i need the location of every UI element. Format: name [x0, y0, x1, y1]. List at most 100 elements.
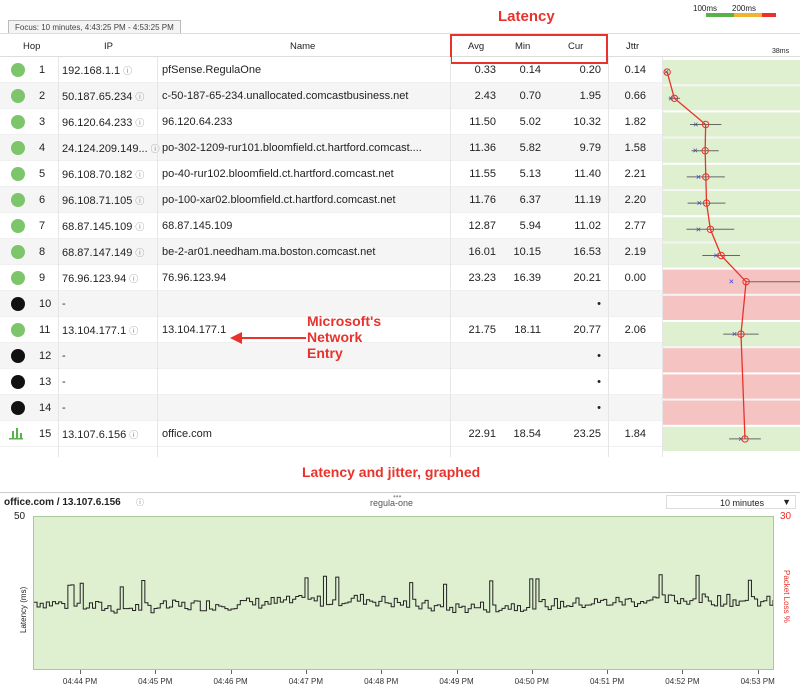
info-icon[interactable]: ⓘ — [135, 222, 144, 232]
hop-ip: 96.108.70.182 ⓘ — [62, 169, 145, 181]
hop-avg: 16.01 — [468, 246, 496, 258]
hop-number: 2 — [39, 90, 46, 102]
hop-number: 7 — [39, 220, 46, 232]
hop-jttr: 0.00 — [624, 272, 646, 284]
hop-jttr: 0.66 — [624, 90, 646, 102]
x-tick-label: 04:48 PM — [364, 677, 399, 686]
hop-ip: 96.108.71.105 ⓘ — [62, 195, 145, 207]
hop-graph-row — [663, 400, 800, 425]
info-icon[interactable]: ⓘ — [135, 196, 144, 206]
col-divider — [157, 57, 158, 457]
panel-target: office.com / 13.107.6.156 — [4, 497, 121, 508]
chevron-down-icon: ▼ — [782, 497, 791, 507]
hop-ip: 13.104.177.1 ⓘ — [62, 325, 139, 337]
info-icon[interactable]: ⓘ — [129, 274, 138, 284]
annotation-graphed: Latency and jitter, graphed — [302, 464, 481, 480]
hop-graph-row — [663, 295, 800, 320]
table-header: Hop IP Name Avg Min Cur Jttr 38ms — [0, 33, 800, 57]
hop-jttr: 2.19 — [624, 246, 646, 258]
hop-avg: 2.43 — [474, 90, 496, 102]
info-icon[interactable]: ⓘ — [135, 118, 144, 128]
info-icon[interactable]: ⓘ — [129, 326, 138, 336]
hop-name: po-100-xar02.bloomfield.ct.hartford.comc… — [162, 194, 396, 206]
x-tick-mark — [155, 670, 157, 674]
info-icon[interactable]: ⓘ — [135, 248, 144, 258]
hop-ip: 50.187.65.234 ⓘ — [62, 91, 145, 103]
hop-ip: - — [62, 298, 66, 310]
info-icon[interactable]: ⓘ — [135, 92, 144, 102]
hop-avg: 0.33 — [474, 64, 496, 76]
info-icon[interactable]: ⓘ — [151, 144, 160, 154]
legend-100ms: 100ms — [693, 4, 718, 13]
cur-marker: × — [729, 277, 734, 287]
x-tick-label: 04:45 PM — [138, 677, 173, 686]
hop-avg: 12.87 — [468, 220, 496, 232]
latency-legend-bar — [706, 13, 776, 17]
hop-jttr: 2.21 — [624, 168, 646, 180]
range-select-value: 10 minutes — [720, 498, 765, 508]
latency-line-chart — [34, 574, 774, 614]
hop-avg: 21.75 — [468, 324, 496, 336]
hop-name: 76.96.123.94 — [162, 272, 227, 284]
info-icon[interactable]: ⓘ — [135, 170, 144, 180]
hop-ip: - — [62, 376, 66, 388]
x-tick-label: 04:50 PM — [514, 677, 549, 686]
hop-avg: 23.23 — [468, 272, 496, 284]
drag-handle-icon[interactable]: ••• — [393, 492, 401, 501]
col-ip[interactable]: IP — [104, 41, 113, 52]
col-hop[interactable]: Hop — [23, 41, 40, 52]
panel-source: regula-one — [370, 498, 414, 508]
hop-cur: 23.25 — [573, 428, 601, 440]
hop-avg: 11.50 — [469, 116, 496, 128]
hop-name: 96.120.64.233 — [162, 116, 233, 128]
info-icon[interactable]: ⓘ — [129, 430, 138, 440]
hop-min: 18.54 — [513, 428, 541, 440]
col-name[interactable]: Name — [290, 41, 315, 52]
hop-number: 12 — [39, 350, 52, 362]
hop-name: office.com — [162, 428, 212, 440]
hop-graph-row — [663, 191, 800, 216]
status-dot — [11, 401, 25, 415]
x-tick-mark — [305, 670, 307, 674]
hop-graph-row — [663, 164, 800, 189]
x-tick-label: 04:47 PM — [288, 677, 324, 686]
x-tick-label: 04:53 PM — [740, 677, 775, 686]
latency-chart — [33, 516, 774, 670]
hop-jttr: 1.84 — [624, 428, 646, 440]
legend-200ms: 200ms — [732, 4, 757, 13]
hop-avg: 11.36 — [469, 142, 496, 154]
hop-min: 0.14 — [519, 64, 541, 76]
hop-graph-row — [663, 60, 800, 85]
hop-cur: 16.53 — [573, 246, 601, 258]
hop-min: 5.13 — [519, 168, 541, 180]
status-dot — [11, 167, 25, 181]
hop-name: 13.104.177.1 — [162, 324, 227, 336]
x-tick-mark — [80, 670, 81, 674]
annotation-microsoft: Microsoft's Network Entry — [307, 313, 382, 361]
hop-cur: 20.21 — [573, 272, 601, 284]
range-select[interactable]: 10 minutes ▼ — [666, 495, 796, 509]
hop-jttr: 2.77 — [624, 220, 646, 232]
cur-marker: × — [738, 434, 743, 444]
status-dot — [11, 349, 25, 363]
col-jttr[interactable]: Jttr — [626, 41, 639, 52]
hop-ip: 192.168.1.1 ⓘ — [62, 65, 133, 77]
hop-number: 5 — [39, 168, 46, 180]
x-tick-mark — [531, 670, 533, 674]
status-dot — [11, 141, 25, 155]
hop-ip: 13.107.6.156 ⓘ — [62, 429, 139, 441]
info-icon[interactable]: ⓘ — [136, 497, 144, 508]
hop-jttr: 2.20 — [624, 194, 646, 206]
hop-name: be-2-ar01.needham.ma.boston.comcast.net — [162, 246, 376, 258]
hop-cur: 0.20 — [579, 64, 601, 76]
hop-cur: 11.40 — [574, 168, 601, 180]
bar-chart-icon[interactable] — [9, 428, 23, 442]
col-divider — [450, 57, 451, 457]
hop-number: 14 — [39, 402, 52, 414]
info-icon[interactable]: ⓘ — [123, 66, 132, 76]
hop-ip: - — [62, 402, 66, 414]
x-tick-mark — [381, 670, 383, 674]
hop-avg: 11.76 — [469, 194, 496, 206]
status-dot — [11, 271, 25, 285]
cur-marker: × — [732, 329, 737, 339]
